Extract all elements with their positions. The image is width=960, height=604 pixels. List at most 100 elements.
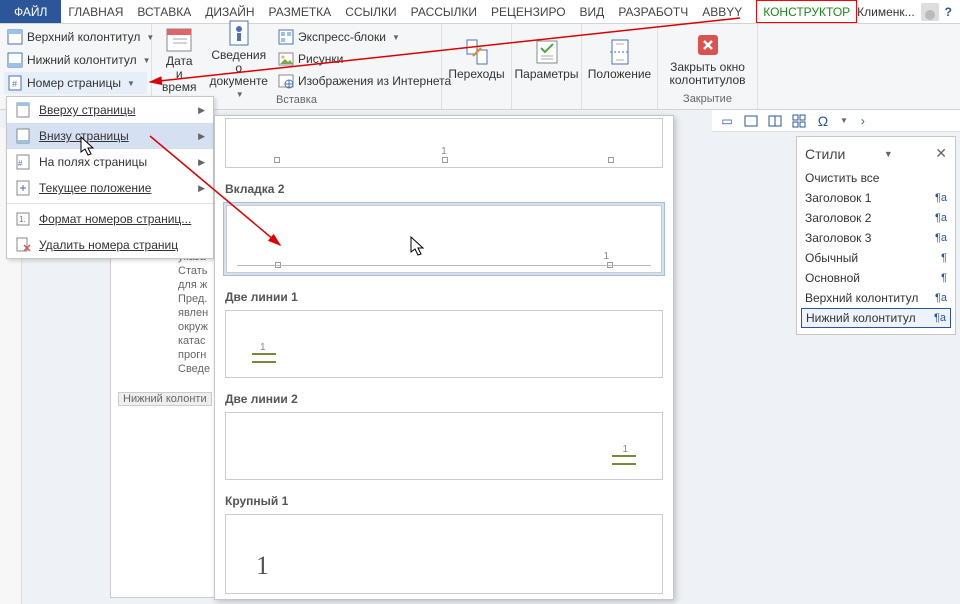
styles-title: Стили xyxy=(805,146,845,162)
preview-thumbnail: 1 xyxy=(225,412,663,480)
label: Параметры xyxy=(515,68,579,81)
tab-references[interactable]: ССЫЛКИ xyxy=(338,0,403,23)
menu-separator xyxy=(7,203,213,204)
paragraph-style-icon: ¶ xyxy=(941,252,947,264)
current-position-icon xyxy=(15,180,31,196)
date-time-button[interactable]: Дата и время xyxy=(156,27,202,93)
picture-icon xyxy=(278,51,294,67)
quick-parts-icon xyxy=(278,29,294,45)
preview-thumbnail: 1 xyxy=(225,118,663,168)
close-icon[interactable]: ✕ xyxy=(935,145,947,162)
label: На полях страницы xyxy=(39,155,147,169)
preview-thumbnail: 1 xyxy=(225,310,663,378)
page-margins-icon: # xyxy=(15,154,31,170)
style-heading1[interactable]: Заголовок 1¶a xyxy=(797,188,955,208)
label: Рисунки xyxy=(298,52,343,66)
linked-style-icon: ¶a xyxy=(935,212,947,224)
submenu-arrow-icon: ▶ xyxy=(198,131,205,142)
user-name[interactable]: Клименк... xyxy=(857,5,915,19)
style-heading3[interactable]: Заголовок 3¶a xyxy=(797,228,955,248)
chevron-right-icon[interactable]: › xyxy=(854,112,872,130)
style-header[interactable]: Верхний колонтитул¶a xyxy=(797,288,955,308)
close-header-footer-button[interactable]: Закрыть окно колонтитулов xyxy=(662,26,753,92)
page-top-icon xyxy=(15,102,31,118)
ruler-icon[interactable]: ▭ xyxy=(718,112,736,130)
tab-developer[interactable]: РАЗРАБОТЧ xyxy=(611,0,695,23)
menu-bottom-of-page[interactable]: Внизу страницы ▶ xyxy=(7,123,213,149)
gallery-item[interactable]: 1 xyxy=(223,514,665,594)
page-number-gallery[interactable]: 1 Вкладка 2 1 Две линии 1 1 Две линии 2 … xyxy=(214,115,674,600)
label: Положение xyxy=(588,68,651,81)
label: Сведения о документе xyxy=(209,49,268,88)
page-number-menu: Вверху страницы ▶ Внизу страницы ▶ # На … xyxy=(6,96,214,259)
remove-icon xyxy=(15,237,31,253)
position-icon xyxy=(606,38,634,66)
submenu-arrow-icon: ▶ xyxy=(198,183,205,194)
linked-style-icon: ¶a xyxy=(935,232,947,244)
menu-top-of-page[interactable]: Вверху страницы ▶ xyxy=(7,97,213,123)
view-icon[interactable] xyxy=(742,112,760,130)
options-icon xyxy=(533,38,561,66)
tab-home[interactable]: ГЛАВНАЯ xyxy=(61,0,130,23)
label: Экспресс-блоки xyxy=(298,30,386,44)
menu-page-margins[interactable]: # На полях страницы ▶ xyxy=(7,149,213,175)
user-avatar-icon[interactable] xyxy=(921,3,939,21)
dropdown-icon[interactable]: ▼ xyxy=(840,116,848,125)
footer-button[interactable]: Нижний колонтитул▼ xyxy=(4,49,147,71)
style-clear[interactable]: Очистить все xyxy=(797,168,955,188)
tab-review[interactable]: РЕЦЕНЗИРО xyxy=(484,0,573,23)
navigation-button[interactable]: Переходы xyxy=(446,26,507,92)
tab-abbyy[interactable]: ABBYY FineR xyxy=(695,0,756,23)
position-button[interactable]: Положение xyxy=(586,26,653,92)
submenu-arrow-icon: ▶ xyxy=(198,157,205,168)
dropdown-icon[interactable]: ▼ xyxy=(884,149,893,159)
svg-text:#: # xyxy=(18,159,23,168)
gallery-item[interactable]: 1 xyxy=(223,118,665,168)
paragraph-style-icon: ¶ xyxy=(941,272,947,284)
svg-text:1.: 1. xyxy=(19,215,26,224)
header-icon xyxy=(7,29,23,45)
label: Переходы xyxy=(448,68,504,81)
quick-parts-button[interactable]: Экспресс-блоки▼ xyxy=(275,26,454,48)
menu-current-position[interactable]: Текущее положение ▶ xyxy=(7,175,213,201)
omega-icon[interactable]: Ω xyxy=(814,112,832,130)
page-number-button[interactable]: # Номер страницы▼ xyxy=(4,72,147,94)
right-toolbar: ▭ Ω ▼ › xyxy=(712,110,960,132)
menu-remove-numbers[interactable]: Удалить номера страниц xyxy=(7,232,213,258)
style-normal[interactable]: Обычный¶ xyxy=(797,248,955,268)
doc-info-button[interactable]: Сведения о документе▼ xyxy=(203,27,274,93)
tab-mailings[interactable]: РАССЫЛКИ xyxy=(404,0,484,23)
pictures-button[interactable]: Рисунки xyxy=(275,48,454,70)
tab-view[interactable]: ВИД xyxy=(573,0,612,23)
big-page-number: 1 xyxy=(256,551,269,581)
linked-style-icon: ¶a xyxy=(935,292,947,304)
gallery-item[interactable]: 1 xyxy=(223,310,665,378)
page-number-icon: # xyxy=(7,75,23,91)
label: Дата и время xyxy=(162,55,196,94)
help-icon[interactable]: ? xyxy=(945,5,952,19)
grid-icon[interactable] xyxy=(790,112,808,130)
submenu-arrow-icon: ▶ xyxy=(198,105,205,116)
online-pictures-button[interactable]: Изображения из Интернета xyxy=(275,70,454,92)
label: Вверху страницы xyxy=(39,103,135,117)
menu-format-numbers[interactable]: 1. Формат номеров страниц... xyxy=(7,206,213,232)
label: Формат номеров страниц... xyxy=(39,212,191,226)
style-body[interactable]: Основной¶ xyxy=(797,268,955,288)
tab-insert[interactable]: ВСТАВКА xyxy=(130,0,198,23)
close-icon xyxy=(694,31,722,59)
calendar-icon xyxy=(165,25,193,53)
tab-constructor[interactable]: КОНСТРУКТОР xyxy=(756,0,857,23)
label: Закрыть окно колонтитулов xyxy=(670,61,746,87)
tab-file[interactable]: ФАЙЛ xyxy=(0,0,61,23)
tab-layout[interactable]: РАЗМЕТКА С xyxy=(262,0,339,23)
style-heading2[interactable]: Заголовок 2¶a xyxy=(797,208,955,228)
gallery-item-selected[interactable]: 1 xyxy=(223,202,665,276)
gallery-item[interactable]: 1 xyxy=(223,412,665,480)
style-footer[interactable]: Нижний колонтитул¶a xyxy=(801,308,951,328)
options-button[interactable]: Параметры xyxy=(516,26,577,92)
document-text-fragment: указаСтатьдля ж Пред.явленокруж катаспро… xyxy=(178,250,218,376)
document-info-icon xyxy=(225,19,253,47)
book-icon[interactable] xyxy=(766,112,784,130)
header-top-button[interactable]: Верхний колонтитул▼ xyxy=(4,26,147,48)
ribbon-tabs: ФАЙЛ ГЛАВНАЯ ВСТАВКА ДИЗАЙН РАЗМЕТКА С С… xyxy=(0,0,960,24)
